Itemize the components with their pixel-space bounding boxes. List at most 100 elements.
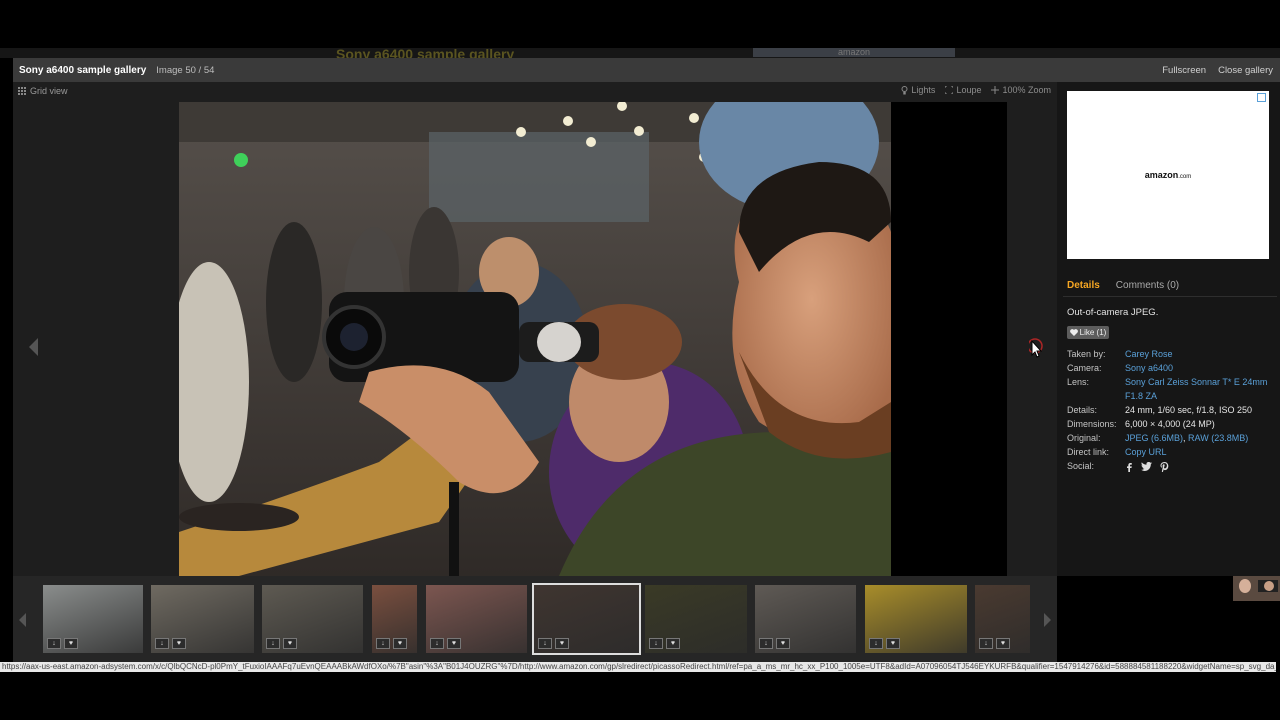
grid-view-toggle[interactable]: Grid view bbox=[18, 86, 68, 96]
like-heart-icon[interactable]: ♥ bbox=[283, 638, 297, 649]
download-icon[interactable]: ↓ bbox=[759, 638, 773, 649]
loupe-icon bbox=[945, 86, 954, 94]
thumbnail-stage-lights[interactable]: ↓ ♥ bbox=[645, 585, 747, 653]
raw-download-link[interactable]: RAW (23.8MB) bbox=[1188, 433, 1248, 443]
like-heart-icon[interactable]: ♥ bbox=[666, 638, 680, 649]
download-icon[interactable]: ↓ bbox=[869, 638, 883, 649]
gallery-header: Sony a6400 sample gallery Image 50 / 54 … bbox=[13, 58, 1280, 82]
tabs-divider bbox=[1063, 296, 1277, 297]
meta-dimensions: Dimensions: 6,000 × 4,000 (24 MP) bbox=[1067, 417, 1272, 431]
amazon-logo: amazon.com bbox=[1145, 170, 1192, 180]
photographer-link[interactable]: Carey Rose bbox=[1125, 349, 1173, 359]
ad-choices-icon[interactable] bbox=[1257, 93, 1266, 102]
photographers-scene-image bbox=[179, 102, 891, 576]
download-icon[interactable]: ↓ bbox=[376, 638, 390, 649]
thumbnail-actions: ↓ ♥ bbox=[155, 638, 186, 649]
thumbnail-man-with-camera-yellow[interactable]: ↓ ♥ bbox=[865, 585, 967, 653]
like-heart-icon[interactable]: ♥ bbox=[64, 638, 78, 649]
camera-link[interactable]: Sony a6400 bbox=[1125, 363, 1173, 373]
tab-details[interactable]: Details bbox=[1067, 280, 1100, 291]
fullscreen-link[interactable]: Fullscreen bbox=[1162, 65, 1206, 76]
thumbnail-actions: ↓ ♥ bbox=[430, 638, 461, 649]
thumbnail-bridge-sunlight[interactable]: ↓ ♥ bbox=[262, 585, 363, 653]
meta-label: Social: bbox=[1067, 461, 1095, 471]
meta-lens: Lens: Sony Carl Zeiss Sonnar T* E 24mm F… bbox=[1067, 375, 1272, 403]
download-icon[interactable]: ↓ bbox=[155, 638, 169, 649]
thumbnail-man-portrait[interactable]: ↓ ♥ bbox=[755, 585, 856, 653]
thumbnail-actions: ↓ ♥ bbox=[649, 638, 680, 649]
dimensions-value: 6,000 × 4,000 (24 MP) bbox=[1125, 419, 1215, 429]
filmstrip-prev-arrow[interactable] bbox=[19, 613, 26, 627]
download-icon[interactable]: ↓ bbox=[266, 638, 280, 649]
thumbnail-filmstrip: ↓ ♥ ↓ ♥ ↓ ♥ ↓ ♥ ↓ ♥ ↓ ♥ ↓ ♥ ↓ ♥ ↓ ♥ ↓ ♥ bbox=[13, 576, 1057, 662]
like-heart-icon[interactable]: ♥ bbox=[886, 638, 900, 649]
like-label: Like (1) bbox=[1079, 328, 1107, 337]
meta-label: Original: bbox=[1067, 433, 1101, 443]
like-button[interactable]: Like (1) bbox=[1067, 326, 1109, 339]
viewer-toolbar: Grid view Lights Loupe 100% Zoom bbox=[13, 82, 1057, 100]
lightbulb-icon bbox=[901, 85, 908, 94]
amazon-logo-text: amazon bbox=[1144, 170, 1179, 180]
download-icon[interactable]: ↓ bbox=[47, 638, 61, 649]
like-heart-icon[interactable]: ♥ bbox=[172, 638, 186, 649]
meta-label: Taken by: bbox=[1067, 349, 1106, 359]
zoom-label: 100% Zoom bbox=[1002, 85, 1051, 95]
thumbnail-woman-portrait-warm[interactable]: ↓ ♥ bbox=[372, 585, 417, 653]
like-heart-icon[interactable]: ♥ bbox=[555, 638, 569, 649]
thumbnail-skateboarder-under-bridge[interactable]: ↓ ♥ bbox=[43, 585, 143, 653]
like-heart-icon[interactable]: ♥ bbox=[776, 638, 790, 649]
background-page-strip bbox=[0, 48, 1280, 58]
download-icon[interactable]: ↓ bbox=[538, 638, 552, 649]
meta-details: Details: 24 mm, 1/60 sec, f/1.8, ISO 250 bbox=[1067, 403, 1272, 417]
like-heart-icon[interactable]: ♥ bbox=[447, 638, 461, 649]
facebook-icon[interactable] bbox=[1125, 462, 1133, 472]
thumbnail-actions: ↓ ♥ bbox=[979, 638, 1010, 649]
thumbnail-actions: ↓ ♥ bbox=[538, 638, 569, 649]
loupe-button[interactable]: Loupe bbox=[945, 85, 981, 95]
tab-comments[interactable]: Comments (0) bbox=[1116, 280, 1179, 291]
thumbnail-actions: ↓ ♥ bbox=[376, 638, 407, 649]
image-viewer: Grid view Lights Loupe 100% Zoom bbox=[13, 82, 1057, 576]
meta-label: Dimensions: bbox=[1067, 419, 1117, 429]
loupe-label: Loupe bbox=[956, 85, 982, 95]
thumbnail-bridge-underside[interactable]: ↓ ♥ bbox=[151, 585, 254, 653]
download-icon[interactable]: ↓ bbox=[979, 638, 993, 649]
close-gallery-link[interactable]: Close gallery bbox=[1218, 65, 1273, 76]
jpeg-download-link[interactable]: JPEG (6.6MB) bbox=[1125, 433, 1183, 443]
like-heart-icon[interactable]: ♥ bbox=[996, 638, 1010, 649]
meta-label: Lens: bbox=[1067, 377, 1090, 387]
thumbnail-man-portrait-dark[interactable]: ↓ ♥ bbox=[975, 585, 1030, 653]
sidebar-tabs: Details Comments (0) bbox=[1067, 280, 1179, 291]
like-heart-icon[interactable]: ♥ bbox=[393, 638, 407, 649]
grid-icon bbox=[18, 87, 26, 95]
meta-label: Camera: bbox=[1067, 363, 1102, 373]
lights-button[interactable]: Lights bbox=[901, 85, 935, 95]
heart-icon bbox=[1069, 329, 1078, 336]
download-icon[interactable]: ↓ bbox=[649, 638, 663, 649]
lights-label: Lights bbox=[911, 85, 936, 95]
image-description: Out-of-camera JPEG. bbox=[1067, 307, 1159, 318]
social-icons bbox=[1125, 460, 1169, 473]
thumbnail-photographers-crowd[interactable]: ↓ ♥ bbox=[532, 583, 641, 655]
pinterest-icon[interactable] bbox=[1160, 461, 1169, 472]
background-ad-banner: amazon bbox=[753, 48, 955, 57]
thumbnail-woman-with-camera[interactable]: ↓ ♥ bbox=[426, 585, 527, 653]
thumbnail-actions: ↓ ♥ bbox=[759, 638, 790, 649]
meta-original: Original: JPEG (6.6MB), RAW (23.8MB) bbox=[1067, 431, 1272, 445]
lens-link[interactable]: Sony Carl Zeiss Sonnar T* E 24mm F1.8 ZA bbox=[1125, 377, 1267, 401]
webcam-image bbox=[1233, 576, 1280, 601]
zoom-button[interactable]: 100% Zoom bbox=[991, 85, 1051, 95]
main-photo bbox=[179, 102, 891, 576]
grid-view-label: Grid view bbox=[30, 86, 68, 96]
filmstrip-next-arrow[interactable] bbox=[1044, 613, 1051, 627]
sidebar-ad[interactable]: amazon.com bbox=[1067, 91, 1269, 259]
image-metadata: Taken by: Carey Rose Camera: Sony a6400 … bbox=[1067, 347, 1272, 473]
twitter-icon[interactable] bbox=[1141, 462, 1152, 471]
image-counter: Image 50 / 54 bbox=[156, 64, 215, 76]
download-icon[interactable]: ↓ bbox=[430, 638, 444, 649]
header-actions: Fullscreen Close gallery bbox=[1162, 65, 1280, 76]
viewer-tools: Lights Loupe 100% Zoom bbox=[901, 85, 1051, 95]
copy-url-link[interactable]: Copy URL bbox=[1125, 447, 1167, 457]
previous-image-arrow[interactable] bbox=[29, 338, 38, 356]
details-sidebar: amazon.com Details Comments (0) Out-of-c… bbox=[1057, 82, 1280, 576]
